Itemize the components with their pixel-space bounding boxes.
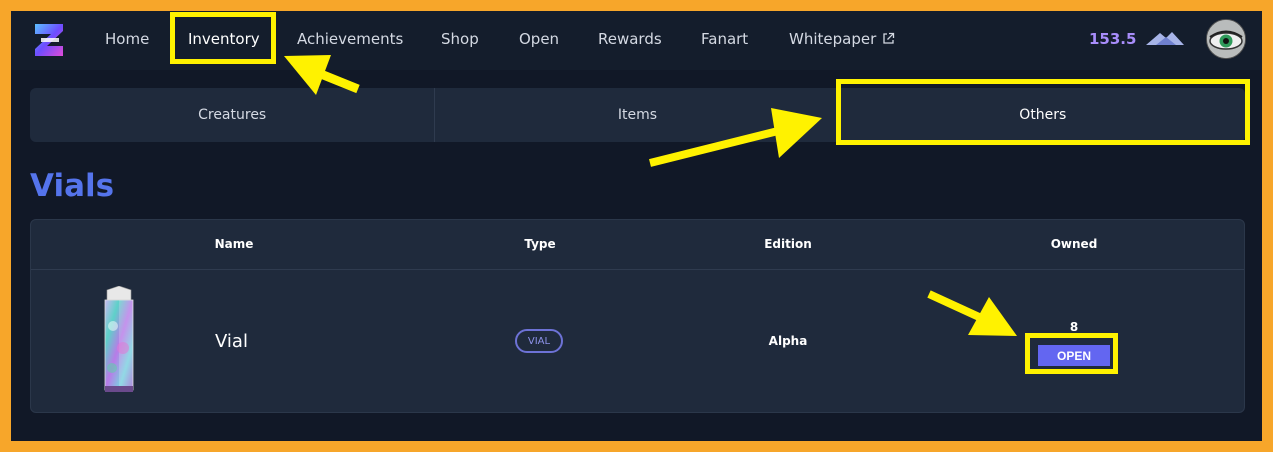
- arrow-to-open: [927, 290, 1017, 336]
- arrow-to-inventory: [284, 55, 360, 95]
- annotation-arrows: [284, 55, 1017, 336]
- arrow-to-others: [649, 108, 822, 167]
